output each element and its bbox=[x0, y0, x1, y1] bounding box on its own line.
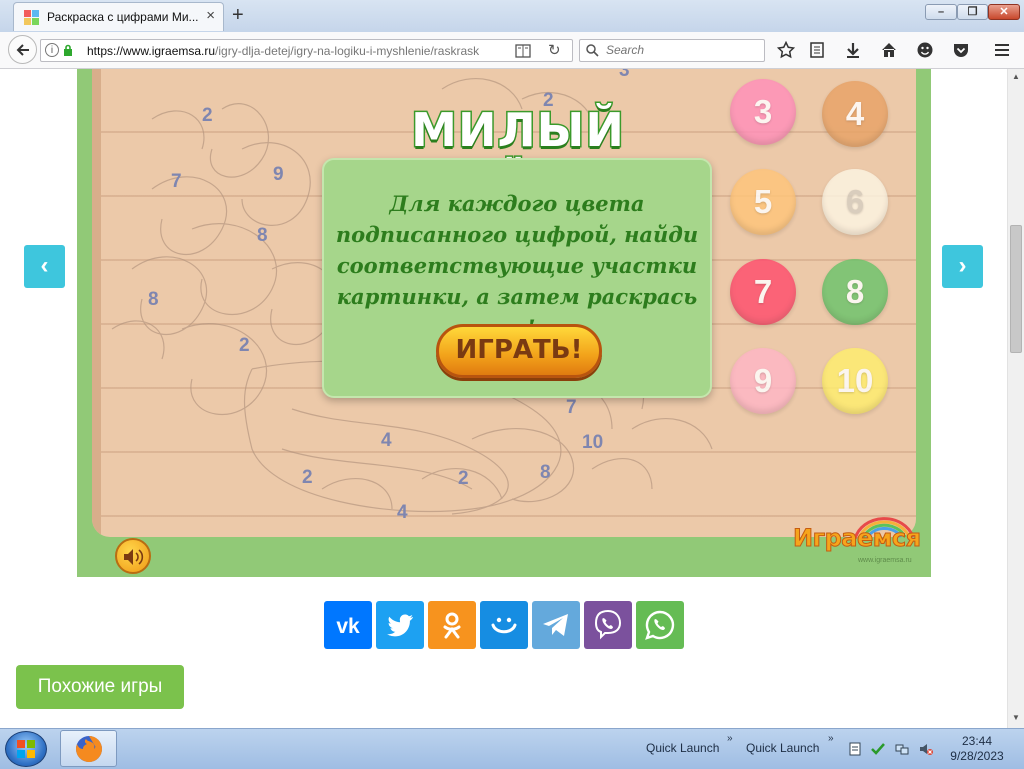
taskbar-firefox-button[interactable] bbox=[60, 730, 117, 767]
search-icon bbox=[586, 44, 599, 57]
new-tab-button[interactable]: + bbox=[232, 4, 244, 26]
brand-url: www.igraemsa.ru bbox=[858, 557, 912, 564]
share-vk-button[interactable]: vk bbox=[324, 601, 372, 649]
game-board: 3 2 2 7 9 8 8 2 7 4 10 2 2 8 4 3 4 5 6 7… bbox=[92, 69, 916, 537]
emoji-icon[interactable] bbox=[916, 41, 934, 59]
scroll-up-icon[interactable]: ▲ bbox=[1012, 72, 1020, 81]
vertical-scrollbar[interactable]: ▲ ▼ bbox=[1007, 69, 1024, 728]
tab-close-icon[interactable]: × bbox=[206, 8, 215, 23]
lock-icon bbox=[64, 44, 72, 56]
share-telegram-button[interactable] bbox=[532, 601, 580, 649]
speaker-icon bbox=[124, 549, 144, 565]
moimir-smile-icon bbox=[491, 617, 517, 634]
palette-color-5[interactable]: 5 bbox=[730, 169, 796, 235]
back-button[interactable] bbox=[8, 35, 37, 64]
scroll-down-icon[interactable]: ▼ bbox=[1012, 713, 1020, 722]
picture-number: 9 bbox=[273, 164, 284, 185]
scrollbar-thumb[interactable] bbox=[1010, 225, 1022, 353]
game-frame[interactable]: 3 2 2 7 9 8 8 2 7 4 10 2 2 8 4 3 4 5 6 7… bbox=[77, 69, 931, 577]
firefox-icon bbox=[76, 736, 102, 762]
pocket-icon[interactable] bbox=[952, 41, 970, 59]
search-box[interactable] bbox=[579, 39, 765, 62]
twitter-bird-icon bbox=[387, 614, 413, 637]
taskbar: Quick Launch » Quick Launch » 23:44 9/28… bbox=[0, 728, 1024, 769]
play-button[interactable]: ИГРАТЬ! bbox=[436, 324, 602, 378]
clock-date: 9/28/2023 bbox=[950, 749, 1004, 763]
chevron-icon[interactable]: » bbox=[727, 733, 733, 744]
restore-button[interactable]: ❐ bbox=[957, 4, 988, 20]
windows-logo-icon bbox=[17, 740, 35, 758]
telegram-plane-icon bbox=[543, 614, 568, 636]
quick-launch-label[interactable]: Quick Launch bbox=[646, 741, 719, 755]
tray-document-icon[interactable] bbox=[848, 742, 862, 756]
tab-strip: Раскраска с цифрами Ми... × + – ❐ ✕ bbox=[0, 0, 1024, 32]
bookmark-star-icon[interactable] bbox=[777, 41, 795, 59]
address-bar[interactable]: i https://www.igraemsa.ru/igry-dlja-dete… bbox=[40, 39, 573, 62]
share-twitter-button[interactable] bbox=[376, 601, 424, 649]
reader-view-icon[interactable] bbox=[515, 44, 531, 58]
instruction-text: Для каждого цвета подписанного цифрой, н… bbox=[335, 191, 699, 340]
picture-number: 2 bbox=[239, 335, 250, 356]
picture-number: 7 bbox=[566, 397, 577, 418]
search-input[interactable] bbox=[604, 42, 758, 58]
back-arrow-icon bbox=[16, 44, 29, 56]
navigation-toolbar: i https://www.igraemsa.ru/igry-dlja-dete… bbox=[0, 32, 1024, 69]
picture-number: 2 bbox=[458, 468, 469, 489]
odnoklassniki-icon bbox=[443, 612, 461, 639]
vk-icon: vk bbox=[336, 615, 360, 638]
share-whatsapp-button[interactable] bbox=[636, 601, 684, 649]
palette-color-3[interactable]: 3 bbox=[730, 79, 796, 145]
tray-security-icon[interactable] bbox=[871, 742, 885, 756]
reading-list-icon[interactable] bbox=[808, 41, 826, 59]
palette-color-9[interactable]: 9 bbox=[730, 348, 796, 414]
reload-icon[interactable]: ↻ bbox=[548, 41, 561, 59]
palette-color-7[interactable]: 7 bbox=[730, 259, 796, 325]
url-text[interactable]: https://www.igraemsa.ru/igry-dlja-detej/… bbox=[87, 44, 492, 58]
viber-phone-icon bbox=[594, 609, 622, 640]
palette-color-4[interactable]: 4 bbox=[822, 81, 888, 147]
instruction-panel: Для каждого цвета подписанного цифрой, н… bbox=[322, 158, 712, 398]
minimize-button[interactable]: – bbox=[925, 4, 957, 20]
picture-number: 8 bbox=[257, 225, 268, 246]
chevron-icon[interactable]: » bbox=[828, 733, 834, 744]
picture-number: 3 bbox=[619, 69, 630, 81]
site-info-icon[interactable]: i bbox=[45, 43, 59, 57]
sound-toggle-button[interactable] bbox=[115, 538, 151, 574]
tray-network-icon[interactable] bbox=[895, 742, 909, 756]
palette-color-10[interactable]: 10 bbox=[822, 348, 888, 414]
close-window-button[interactable]: ✕ bbox=[988, 4, 1020, 20]
tab-title: Раскраска с цифрами Ми... bbox=[47, 10, 199, 24]
palette-color-8[interactable]: 8 bbox=[822, 259, 888, 325]
menu-icon[interactable] bbox=[993, 41, 1011, 59]
picture-number: 7 bbox=[171, 171, 182, 192]
next-arrow-button[interactable]: › bbox=[942, 245, 983, 288]
picture-number: 2 bbox=[202, 105, 213, 126]
picture-number: 8 bbox=[148, 289, 159, 310]
clock-time: 23:44 bbox=[961, 734, 993, 748]
downloads-icon[interactable] bbox=[844, 41, 862, 59]
igraemsa-logo: Играемся bbox=[793, 524, 922, 553]
share-viber-button[interactable] bbox=[584, 601, 632, 649]
picture-number: 2 bbox=[302, 467, 313, 488]
share-odnoklassniki-button[interactable] bbox=[428, 601, 476, 649]
page-content: ‹ › 3 2 2 7 9 8 8 2 7 4 10 2 2 8 4 3 4 5… bbox=[0, 69, 1007, 728]
prev-arrow-button[interactable]: ‹ bbox=[24, 245, 65, 288]
system-clock[interactable]: 23:44 9/28/2023 bbox=[944, 734, 1010, 764]
picture-number: 10 bbox=[582, 432, 604, 453]
browser-tab[interactable]: Раскраска с цифрами Ми... × bbox=[13, 2, 224, 31]
quick-launch-label[interactable]: Quick Launch bbox=[746, 741, 819, 755]
similar-games-button[interactable]: Похожие игры bbox=[16, 665, 184, 709]
picture-number: 4 bbox=[381, 430, 392, 451]
svg-text:vk: vk bbox=[336, 615, 360, 638]
home-icon[interactable] bbox=[880, 41, 898, 59]
start-button[interactable] bbox=[5, 731, 47, 767]
share-moimir-button[interactable] bbox=[480, 601, 528, 649]
picture-number: 4 bbox=[397, 502, 408, 523]
palette-color-6[interactable]: 6 bbox=[822, 169, 888, 235]
site-favicon-icon bbox=[24, 10, 39, 25]
picture-number: 8 bbox=[540, 462, 551, 483]
tray-volume-muted-icon[interactable] bbox=[919, 742, 933, 756]
whatsapp-icon bbox=[645, 610, 675, 640]
